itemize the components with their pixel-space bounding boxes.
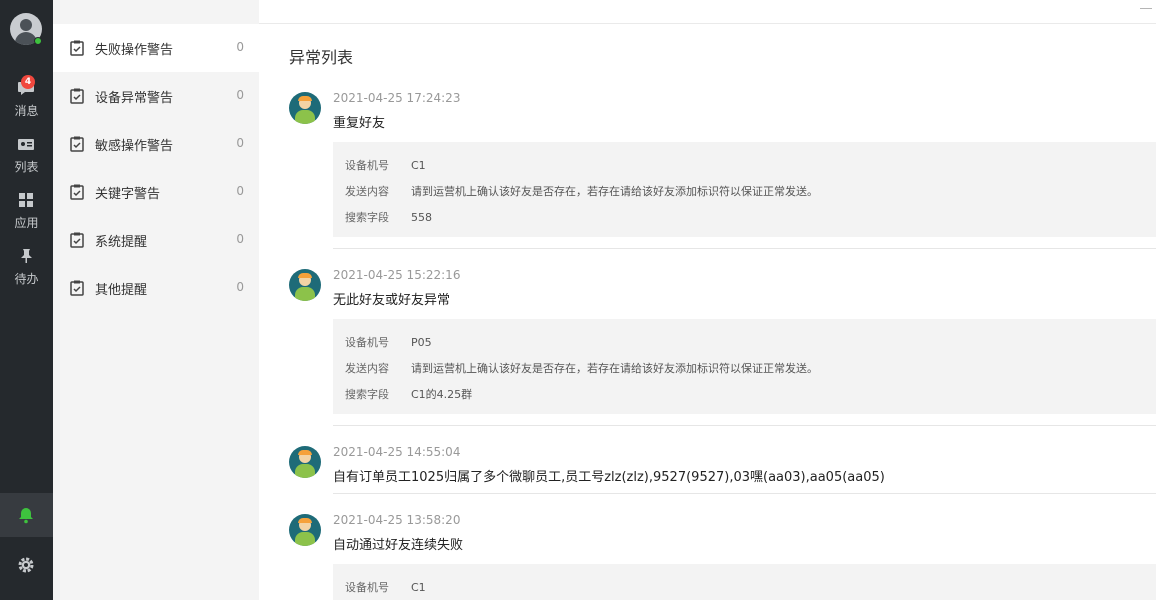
detail-key: 搜索字段	[345, 388, 389, 401]
rail-item-todo[interactable]: 待办	[0, 240, 53, 290]
item-time: 2021-04-25 15:22:16	[333, 268, 461, 282]
item-divider	[333, 248, 1156, 249]
item-title: 重复好友	[333, 116, 386, 131]
detail-value: 558	[411, 211, 432, 224]
detail-value: 请到运营机上确认该好友是否存在，若存在请给该好友添加标识符以保证正常发送。	[411, 362, 818, 375]
detail-value: C1	[411, 159, 426, 172]
gear-icon	[18, 557, 34, 573]
settings-button[interactable]	[0, 545, 53, 585]
category-name: 关键字警告	[95, 187, 161, 202]
item-title: 无此好友或好友异常	[333, 293, 451, 308]
category-name: 失败操作警告	[95, 43, 174, 58]
item-time: 2021-04-25 17:24:23	[333, 91, 461, 105]
clipboard-check-icon	[70, 136, 84, 152]
category-name: 设备异常警告	[95, 91, 174, 106]
category-name: 其他提醒	[95, 283, 148, 298]
category-name: 敏感操作警告	[95, 139, 174, 154]
detail-value: C1	[411, 581, 426, 594]
category-name: 系统提醒	[95, 235, 148, 250]
avatar	[289, 514, 321, 546]
avatar	[289, 269, 321, 301]
category-count: 0	[236, 88, 244, 102]
clipboard-check-icon	[70, 184, 84, 200]
rail-label-list: 列表	[14, 160, 39, 174]
detail-value: 请到运营机上确认该好友是否存在，若存在请给该好友添加标识符以保证正常发送。	[411, 185, 818, 198]
avatar	[289, 92, 321, 124]
clipboard-check-icon	[70, 280, 84, 296]
category-system-reminder[interactable]: 系统提醒 0	[53, 216, 259, 264]
category-sensitive-operation[interactable]: 敏感操作警告 0	[53, 120, 259, 168]
item-divider	[333, 425, 1156, 426]
detail-key: 设备机号	[345, 581, 389, 594]
clipboard-check-icon	[70, 232, 84, 248]
alert-category-panel: 失败操作警告 0 设备异常警告 0 敏感操作警告 0 关键字警告 0 系统提醒 …	[53, 0, 259, 600]
detail-key: 发送内容	[345, 362, 389, 375]
item-details: 设备机号 C1 发送内容 请到运营机上确认该好友是否存在，若存在请给该好友添加标识符…	[333, 142, 1156, 237]
item-title: 自有订单员工1025归属了多个微聊员工,员工号zlz(zlz),9527(952…	[333, 470, 885, 485]
item-time: 2021-04-25 14:55:04	[333, 445, 461, 459]
online-status-dot	[34, 37, 42, 45]
rail-label-messages: 消息	[14, 104, 39, 118]
bell-icon	[19, 508, 33, 524]
detail-key: 设备机号	[345, 159, 389, 172]
item-time: 2021-04-25 13:58:20	[333, 513, 461, 527]
category-other-reminder[interactable]: 其他提醒 0	[53, 264, 259, 312]
left-nav-rail: 4 消息 列表 应用 待办	[0, 0, 53, 600]
detail-value: C1的4.25群	[411, 388, 473, 401]
category-count: 0	[236, 40, 244, 54]
item-details: 设备机号 C1	[333, 564, 1156, 600]
clipboard-check-icon	[70, 40, 84, 56]
minimize-button[interactable]	[1140, 8, 1152, 9]
pin-icon	[21, 249, 32, 263]
rail-item-messages[interactable]: 4 消息	[0, 72, 53, 122]
clipboard-check-icon	[70, 88, 84, 104]
rail-item-notifications[interactable]	[0, 493, 53, 537]
contact-card-icon	[18, 139, 34, 150]
category-device-exception[interactable]: 设备异常警告 0	[53, 72, 259, 120]
detail-key: 发送内容	[345, 185, 389, 198]
rail-item-apps[interactable]: 应用	[0, 184, 53, 234]
apps-grid-icon	[19, 193, 33, 207]
category-count: 0	[236, 136, 244, 150]
rail-item-list[interactable]: 列表	[0, 128, 53, 178]
category-count: 0	[236, 232, 244, 246]
category-count: 0	[236, 184, 244, 198]
detail-key: 搜索字段	[345, 211, 389, 224]
detail-key: 设备机号	[345, 336, 389, 349]
detail-value: P05	[411, 336, 432, 349]
category-count: 0	[236, 280, 244, 294]
item-title: 自动通过好友连续失败	[333, 538, 464, 553]
unread-badge: 4	[21, 75, 35, 89]
item-divider	[333, 493, 1156, 494]
item-details: 设备机号 P05 发送内容 请到运营机上确认该好友是否存在，若存在请给该好友添加标识…	[333, 319, 1156, 414]
category-keyword[interactable]: 关键字警告 0	[53, 168, 259, 216]
rail-label-todo: 待办	[14, 272, 39, 286]
category-failed-operation[interactable]: 失败操作警告 0	[53, 24, 259, 72]
rail-label-apps: 应用	[14, 216, 39, 230]
page-title: 异常列表	[289, 48, 354, 67]
avatar	[289, 446, 321, 478]
exception-list-panel: 异常列表 2021-04-25 17:24:23 重复好友 设备机号 C1 发送内…	[259, 24, 1156, 600]
